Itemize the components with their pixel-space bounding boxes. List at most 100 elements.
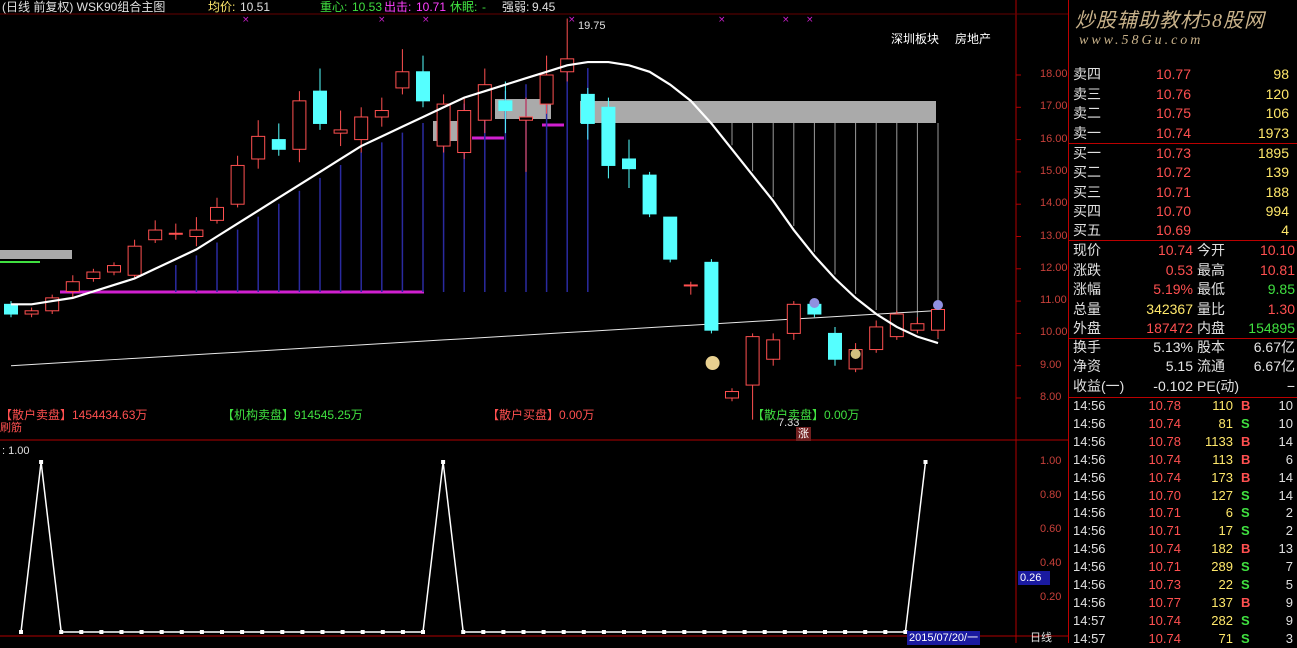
indicator-value-label: : 1.00 <box>2 445 30 457</box>
trade-price: 10.71 <box>1148 559 1181 575</box>
signal-icon <box>809 298 820 308</box>
trade-side: B <box>1241 433 1251 449</box>
candle <box>271 123 286 156</box>
trade-side: S <box>1241 577 1250 592</box>
candle <box>374 97 389 127</box>
candle-body <box>683 284 698 287</box>
bid-row: 买五 10.69 4 <box>1073 221 1295 240</box>
order-level: 买四 <box>1073 202 1101 219</box>
zhang-badge: 涨 <box>796 427 811 441</box>
candle <box>333 110 348 147</box>
stat-row: 涨幅 5.19% 最低 9.85 <box>1073 280 1295 299</box>
stat-value: 187472 <box>1146 320 1193 336</box>
indicator-point <box>280 630 285 634</box>
bid-row: 买三 10.71 188 <box>1073 183 1295 202</box>
junjia-value: 10.51 <box>240 0 271 14</box>
trade-side: B <box>1241 469 1251 485</box>
indicator-point <box>682 630 687 634</box>
candle-body <box>931 308 945 331</box>
industry-tag[interactable]: 房地产 <box>955 32 991 46</box>
price-tick: 17.00 <box>1040 100 1068 113</box>
order-level: 卖二 <box>1073 105 1101 121</box>
stat-label: 最低 <box>1197 281 1225 297</box>
purple-x-marker: × <box>718 15 726 25</box>
candle <box>107 262 121 276</box>
purple-x-marker: × <box>378 15 386 25</box>
trade-volume: 137 <box>1211 594 1233 610</box>
stat-label: 内盘 <box>1197 320 1225 336</box>
purple-x-marker: × <box>242 15 250 25</box>
high-price-annotation: 19.75 <box>578 20 606 32</box>
candle <box>601 97 616 179</box>
candle-body <box>65 281 80 292</box>
indicator-point <box>622 630 626 634</box>
indicator-point <box>199 630 204 634</box>
candle-body <box>910 323 925 331</box>
sector-tag[interactable]: 深圳板块 <box>891 32 939 46</box>
trade-price: 10.74 <box>1148 469 1181 485</box>
trade-row: 14:56 10.78 110 B 10 <box>1073 397 1297 415</box>
order-volume: 139 <box>1265 164 1289 181</box>
stat-label: 涨跌 <box>1073 261 1101 278</box>
stat-label: 现价 <box>1073 242 1101 258</box>
order-level: 卖一 <box>1073 124 1101 141</box>
purple-x-marker: × <box>568 15 576 25</box>
candle <box>148 220 163 243</box>
indicator-point <box>742 630 747 634</box>
order-volume: 994 <box>1265 202 1289 219</box>
indicator-point <box>702 630 707 634</box>
resistance-bar <box>0 250 72 259</box>
trade-count: 10 <box>1278 415 1293 431</box>
indicator-point <box>541 630 546 634</box>
kline-svg[interactable]: × × × × × × × <box>0 0 1068 643</box>
candle <box>168 223 183 240</box>
zhongxin-label: 重心: <box>320 0 348 14</box>
trade-side: S <box>1241 559 1250 575</box>
stat-label: 外盘 <box>1073 320 1101 336</box>
trade-volume: 71 <box>1218 630 1233 646</box>
trade-count: 13 <box>1278 541 1293 557</box>
stat-value: 9.85 <box>1267 281 1295 297</box>
trade-price: 10.74 <box>1148 541 1181 557</box>
indicator-point <box>220 630 224 634</box>
trade-volume: 110 <box>1212 398 1233 413</box>
stat-value: 10.74 <box>1157 242 1193 258</box>
finance-row: 净资 5.15 流通 6.67亿 <box>1073 357 1295 376</box>
indicator-point <box>59 630 64 634</box>
trade-count: 2 <box>1285 505 1293 521</box>
stat-label: 今开 <box>1197 242 1225 258</box>
finance-row: 换手 5.13% 股本 6.67亿 <box>1073 338 1295 357</box>
indicator-point <box>39 460 44 464</box>
xiumian-label: 休眠: <box>450 0 478 14</box>
candle-body <box>766 339 781 360</box>
order-price: 10.71 <box>1155 183 1191 200</box>
candle-body <box>107 265 121 273</box>
trade-price: 10.78 <box>1148 398 1181 413</box>
trade-price: 10.74 <box>1148 451 1181 467</box>
indicator-point <box>260 630 265 634</box>
stat-row: 外盘 187472 内盘 154895 <box>1073 319 1295 338</box>
stat-row: 总量 342367 量比 1.30 <box>1073 300 1295 319</box>
candle-body <box>745 336 760 386</box>
indicator-point <box>320 630 325 634</box>
trade-row: 14:56 10.71 6 S 2 <box>1073 504 1297 522</box>
trade-side: S <box>1241 487 1250 503</box>
order-volume: 4 <box>1281 222 1289 239</box>
trade-row: 14:56 10.71 289 S 7 <box>1073 558 1297 576</box>
indicator-point <box>883 630 888 634</box>
bid-row: 买一 10.73 1895 <box>1073 144 1295 163</box>
indicator-point <box>461 630 466 634</box>
trade-row: 14:57 10.74 71 S 3 <box>1073 630 1297 648</box>
kline-chart-area[interactable]: × × × × × × × (日线 前复权) WSK90组合主图 均价: 10.51 重心:… <box>0 0 1068 645</box>
price-tick: 13.00 <box>1040 229 1068 242</box>
trade-side: B <box>1241 398 1251 413</box>
candle-body <box>786 303 801 334</box>
smile-icon <box>705 356 720 370</box>
stat-value: 10.10 <box>1259 242 1295 258</box>
chart-title: (日线 前复权) WSK90组合主图 <box>2 0 166 14</box>
order-volume: 1973 <box>1257 124 1289 141</box>
price-tick: 16.00 <box>1040 132 1068 145</box>
candle-body <box>148 229 163 241</box>
trade-volume: 22 <box>1218 577 1233 592</box>
indicator-point <box>642 630 647 634</box>
